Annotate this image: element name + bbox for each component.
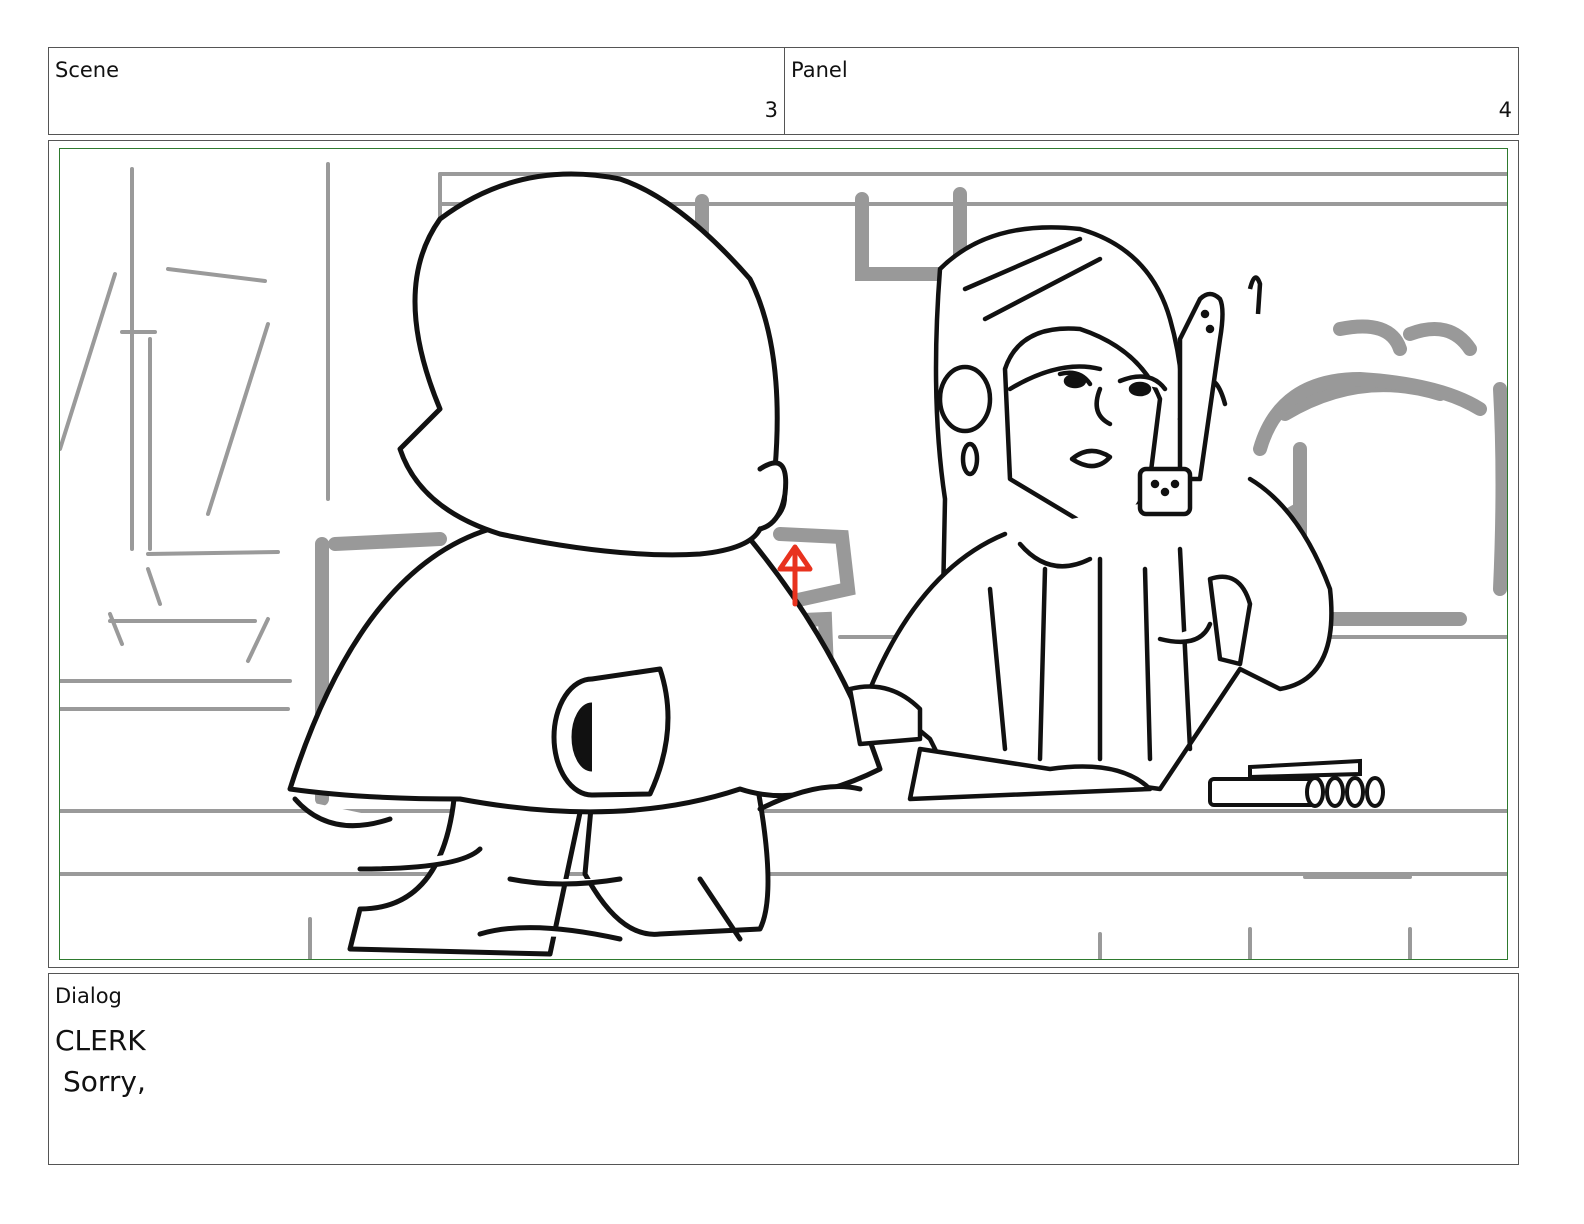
panel-cell: Panel 4 [785, 48, 1518, 134]
character-back [287, 171, 883, 957]
dialog-speaker: CLERK [55, 1024, 146, 1057]
scene-number: 3 [764, 98, 778, 122]
dialog-line: Sorry, [63, 1065, 146, 1098]
panel-number: 4 [1498, 98, 1512, 122]
dialog-label: Dialog [55, 984, 122, 1008]
panel-frame [59, 148, 1508, 960]
dialog-box: Dialog CLERK Sorry, [48, 973, 1519, 1165]
money-stack [1208, 758, 1385, 808]
scene-cell: Scene 3 [49, 48, 785, 134]
storyboard-sketch [60, 162, 1507, 959]
panel-label: Panel [791, 58, 848, 82]
scene-label: Scene [55, 58, 120, 82]
storyboard-header: Scene 3 Panel 4 [48, 47, 1519, 135]
storyboard-page: Scene 3 Panel 4 Dialog CLERK Sorry, [0, 0, 1584, 1224]
